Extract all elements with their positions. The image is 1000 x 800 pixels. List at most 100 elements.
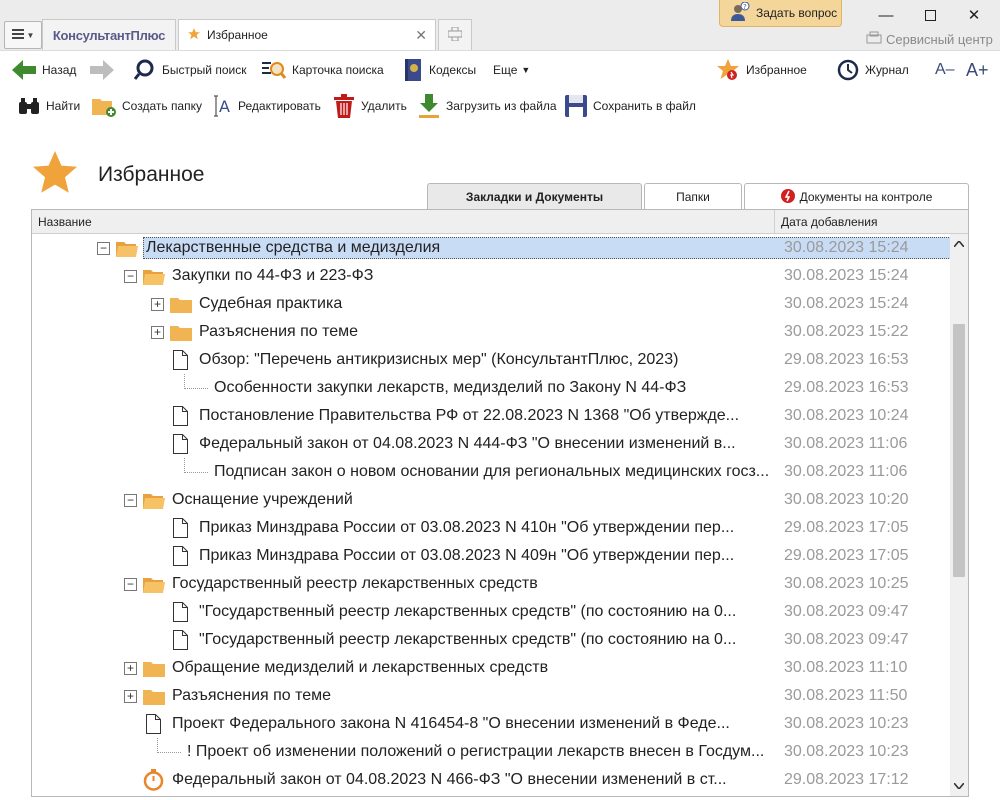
tab-folders-label: Папки xyxy=(676,190,710,204)
column-divider[interactable] xyxy=(774,210,775,234)
save-to-file-button[interactable]: Сохранить в файл xyxy=(565,88,696,124)
new-tab-button[interactable] xyxy=(438,19,472,50)
ask-question-label: Задать вопрос xyxy=(756,6,838,20)
row-date: 30.08.2023 15:24 xyxy=(784,295,909,312)
tree-row[interactable]: Федеральный закон от 04.08.2023 N 466-ФЗ… xyxy=(32,766,950,794)
edit-button[interactable]: A Редактировать xyxy=(212,88,321,124)
forward-button[interactable] xyxy=(90,51,120,89)
tree-row[interactable]: Федеральный закон от 04.08.2023 N 444-ФЗ… xyxy=(32,430,950,458)
tree-row[interactable]: Приказ Минздрава России от 03.08.2023 N … xyxy=(32,514,950,542)
search-card-icon xyxy=(262,59,286,81)
row-title: Судебная практика xyxy=(199,295,343,312)
create-folder-button[interactable]: Создать папку xyxy=(92,88,202,124)
find-button[interactable]: Найти xyxy=(18,88,80,124)
tree-row[interactable]: + Разъяснения по теме 30.08.2023 15:22 xyxy=(32,318,950,346)
document-icon xyxy=(173,518,188,543)
row-title: Разъяснения по теме xyxy=(172,687,332,704)
trash-icon xyxy=(333,94,355,118)
row-date: 30.08.2023 11:50 xyxy=(784,687,908,704)
tree-row[interactable]: ! Проект об изменении положений о регист… xyxy=(32,738,950,766)
expand-toggle[interactable]: + xyxy=(151,298,164,311)
open-folder-icon xyxy=(143,268,165,290)
row-date: 30.08.2023 09:47 xyxy=(784,631,909,648)
service-center-label: Сервисный центр xyxy=(886,32,993,47)
tree-connector xyxy=(184,458,208,473)
service-center-link[interactable]: Сервисный центр xyxy=(866,31,993,48)
main-menu-button[interactable]: ▼ xyxy=(4,21,42,49)
row-title: "Государственный реестр лекарственных ср… xyxy=(199,631,737,648)
tree-row[interactable]: "Государственный реестр лекарственных ср… xyxy=(32,598,950,626)
tree-row[interactable]: − Закупки по 44-ФЗ и 223-ФЗ 30.08.2023 1… xyxy=(32,262,950,290)
load-from-file-label: Загрузить из файла xyxy=(446,99,557,113)
collapse-toggle[interactable]: − xyxy=(97,242,110,255)
tree-row[interactable]: Проект Федерального закона N 416454-8 "О… xyxy=(32,710,950,738)
tab-folders[interactable]: Папки xyxy=(644,183,742,210)
back-button[interactable]: Назад xyxy=(12,51,76,89)
scrollbar-thumb[interactable] xyxy=(953,324,965,577)
tree-row[interactable]: "Государственный реестр лекарственных ср… xyxy=(32,626,950,654)
search-card-button[interactable]: Карточка поиска xyxy=(262,51,384,89)
font-larger-button[interactable]: A+ xyxy=(966,51,989,89)
expand-toggle[interactable]: + xyxy=(124,690,137,703)
journal-button[interactable]: Журнал xyxy=(837,51,909,89)
favorites-button[interactable]: Избранное xyxy=(716,51,807,89)
edit-label: Редактировать xyxy=(238,99,321,113)
row-date: 30.08.2023 10:24 xyxy=(784,407,909,424)
binoculars-icon xyxy=(18,97,40,115)
document-icon xyxy=(146,714,161,739)
row-date: 30.08.2023 10:20 xyxy=(784,491,909,508)
alert-icon xyxy=(780,188,795,206)
expand-toggle[interactable]: + xyxy=(151,326,164,339)
tree-row[interactable]: − Оснащение учреждений 30.08.2023 10:20 xyxy=(32,486,950,514)
folder-icon xyxy=(143,688,165,710)
minimize-button[interactable]: — xyxy=(871,3,901,27)
grid-header: Название Дата добавления xyxy=(32,210,968,234)
row-title: ! Проект об изменении положений о регист… xyxy=(187,743,765,760)
more-menu-button[interactable]: Еще ▼ xyxy=(493,51,530,89)
collapse-toggle[interactable]: − xyxy=(124,578,137,591)
tree-row[interactable]: Особенности закупки лекарств, медизделий… xyxy=(32,374,950,402)
tree-row[interactable]: Обзор: "Перечень антикризисных мер" (Кон… xyxy=(32,346,950,374)
tab-bookmarks-documents[interactable]: Закладки и Документы xyxy=(427,183,642,210)
codes-button[interactable]: Кодексы xyxy=(403,51,476,89)
maximize-button[interactable] xyxy=(915,3,945,27)
quick-search-button[interactable]: Быстрый поиск xyxy=(134,51,246,89)
tree-row[interactable]: + Обращение медизделий и лекарственных с… xyxy=(32,654,950,682)
scroll-up-arrow-icon[interactable] xyxy=(950,234,968,254)
tree-row[interactable]: − Государственный реестр лекарственных с… xyxy=(32,570,950,598)
tab-favorites[interactable]: Избранное ✕ xyxy=(178,19,436,50)
tree-row[interactable]: − Лекарственные средства и медизделия 30… xyxy=(32,234,951,262)
column-header-date[interactable]: Дата добавления xyxy=(781,215,877,229)
tree-row[interactable]: + Разъяснения по теме 30.08.2023 11:50 xyxy=(32,682,950,710)
row-date: 30.08.2023 11:06 xyxy=(784,435,908,452)
expand-toggle[interactable]: + xyxy=(124,662,137,675)
ask-question-button[interactable]: ? Задать вопрос xyxy=(719,0,842,27)
row-title: Постановление Правительства РФ от 22.08.… xyxy=(199,407,740,424)
close-window-button[interactable]: ✕ xyxy=(959,3,989,27)
stopwatch-icon xyxy=(143,769,164,796)
codes-book-icon xyxy=(403,58,423,82)
document-icon xyxy=(173,546,188,571)
row-title: Оснащение учреждений xyxy=(172,491,353,508)
row-date: 29.08.2023 17:05 xyxy=(784,519,909,536)
font-smaller-button[interactable]: A– xyxy=(935,51,955,89)
settings-icon xyxy=(866,31,882,48)
tree-row[interactable]: Подписан закон о новом основании для рег… xyxy=(32,458,950,486)
row-title: "Государственный реестр лекарственных ср… xyxy=(199,603,737,620)
load-from-file-button[interactable]: Загрузить из файла xyxy=(418,88,557,124)
row-date: 29.08.2023 17:12 xyxy=(784,771,909,788)
column-header-name[interactable]: Название xyxy=(38,215,92,229)
tree-row[interactable]: + Судебная практика 30.08.2023 15:24 xyxy=(32,290,950,318)
plus-icon xyxy=(447,25,463,46)
brand-tab[interactable]: КонсультантПлюс xyxy=(42,19,176,50)
scroll-down-arrow-icon[interactable] xyxy=(950,776,968,796)
row-title: Обзор: "Перечень антикризисных мер" (Кон… xyxy=(199,351,679,368)
collapse-toggle[interactable]: − xyxy=(124,270,137,283)
delete-button[interactable]: Удалить xyxy=(333,88,407,124)
collapse-toggle[interactable]: − xyxy=(124,494,137,507)
tree-row[interactable]: Постановление Правительства РФ от 22.08.… xyxy=(32,402,950,430)
tree-row[interactable]: Приказ Минздрава России от 03.08.2023 N … xyxy=(32,542,950,570)
vertical-scrollbar[interactable] xyxy=(950,234,968,796)
tab-controlled-documents[interactable]: Документы на контроле xyxy=(744,183,969,210)
close-tab-icon[interactable]: ✕ xyxy=(415,27,427,44)
